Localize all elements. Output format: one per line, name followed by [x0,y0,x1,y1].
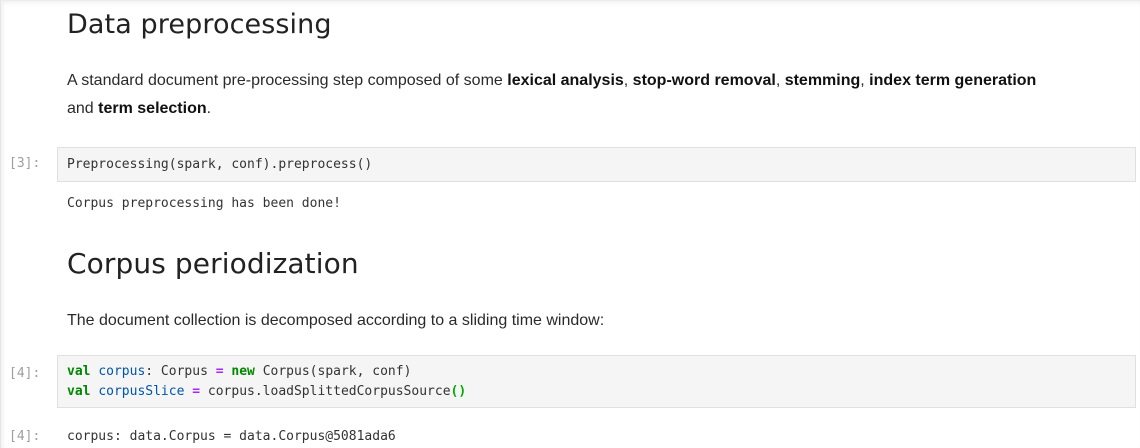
text-fragment: , [775,72,785,89]
code-line-1: val corpus: Corpus = new Corpus(spark, c… [67,362,1135,382]
variable-corpus-slice: corpusSlice [98,384,185,399]
section-heading-corpus-periodization: Corpus periodization [67,247,359,280]
keyword-new: new [231,364,255,379]
text-fragment: and [67,100,99,117]
periodization-description: The document collection is decomposed ac… [67,312,605,329]
section-heading-data-preprocessing: Data preprocessing [67,9,332,40]
variable-corpus: corpus [98,364,146,379]
output-corpus: corpus: data.Corpus = data.Corpus@5081ad… [67,429,396,444]
code-constructor: Corpus(spark, conf) [254,364,412,379]
code-cell-corpus[interactable]: val corpus: Corpus = new Corpus(spark, c… [57,355,1136,408]
code-type-annotation: : Corpus [145,364,216,379]
code-cell-preprocess[interactable]: Preprocessing(spark, conf).preprocess() [57,147,1136,182]
text-fragment: A standard document pre-processing step … [67,72,508,89]
keyword-val: val [67,364,91,379]
output-preprocess: Corpus preprocessing has been done! [67,196,341,211]
bold-term-index-term-generation: index term generation [869,72,1037,89]
bold-term-term-selection: term selection [98,100,207,117]
input-prompt-3: [3]: [9,156,41,171]
output-prompt-4: [4]: [9,429,41,444]
preprocessing-description: A standard document pre-processing step … [67,67,1067,123]
bold-term-stemming: stemming [784,72,861,89]
text-fragment: , [860,72,870,89]
operator-equals: = [192,384,201,399]
code-line-2: val corpusSlice = corpus.loadSplittedCor… [67,382,1135,402]
notebook-page: Data preprocessing A standard document p… [0,0,1140,448]
text-fragment: . [206,100,212,117]
input-prompt-4: [4]: [9,366,41,381]
keyword-val: val [67,384,91,399]
code-method-call: corpus.loadSplittedCorpusSource [200,384,451,399]
operator-equals: = [215,364,224,379]
bold-term-stop-word-removal: stop-word removal [632,72,776,89]
code-parens: () [450,384,467,399]
code-line: Preprocessing(spark, conf).preprocess() [67,157,373,172]
text-fragment: , [623,72,633,89]
bold-term-lexical-analysis: lexical analysis [507,72,624,89]
